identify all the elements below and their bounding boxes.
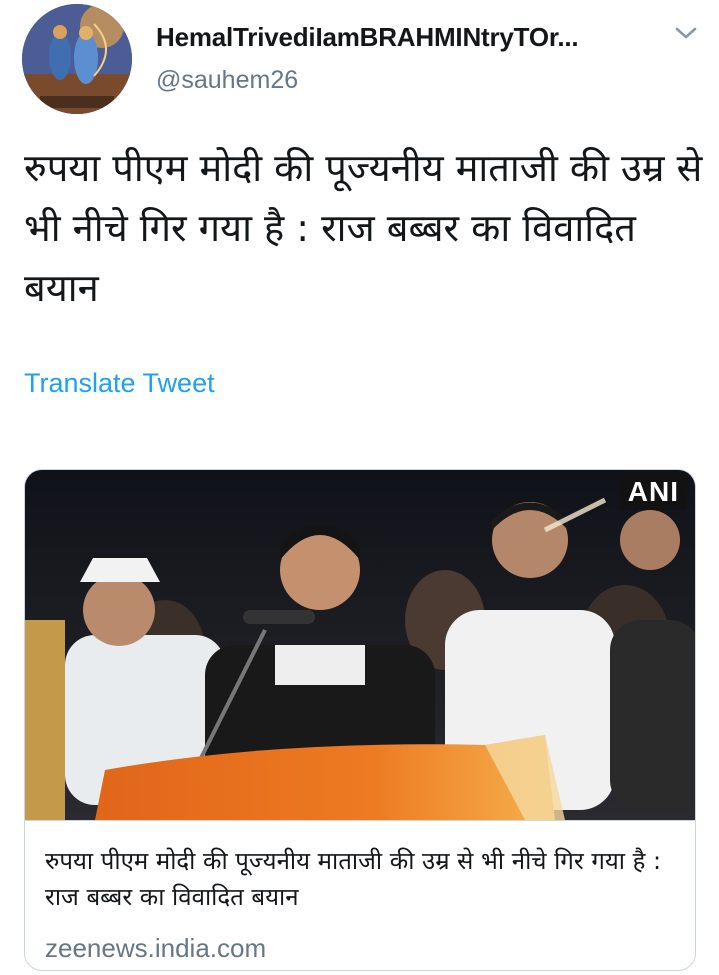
card-photo [25, 470, 695, 820]
ani-watermark: ANI [619, 474, 687, 510]
chevron-down-icon[interactable] [674, 24, 698, 42]
avatar[interactable] [22, 4, 132, 114]
translate-tweet-link[interactable]: Translate Tweet [24, 368, 215, 399]
link-card[interactable]: ANI रुपया पीएम मोदी की पूज्यनीय माताजी क… [24, 469, 696, 971]
card-body[interactable]: रुपया पीएम मोदी की पूज्यनीय माताजी की उम… [25, 820, 695, 970]
author-display-name[interactable]: HemalTrivediIamBRAHMINtryTOr... [156, 22, 656, 53]
author-handle[interactable]: @sauhem26 [156, 66, 298, 95]
card-image[interactable]: ANI [25, 470, 695, 820]
tweet-text: रुपया पीएम मोदी की पूज्यनीय माताजी की उम… [24, 146, 703, 310]
card-domain: zeenews.india.com [45, 933, 267, 963]
card-title: रुपया पीएम मोदी की पूज्यनीय माताजी की उम… [45, 847, 662, 911]
avatar-icon [22, 4, 132, 114]
